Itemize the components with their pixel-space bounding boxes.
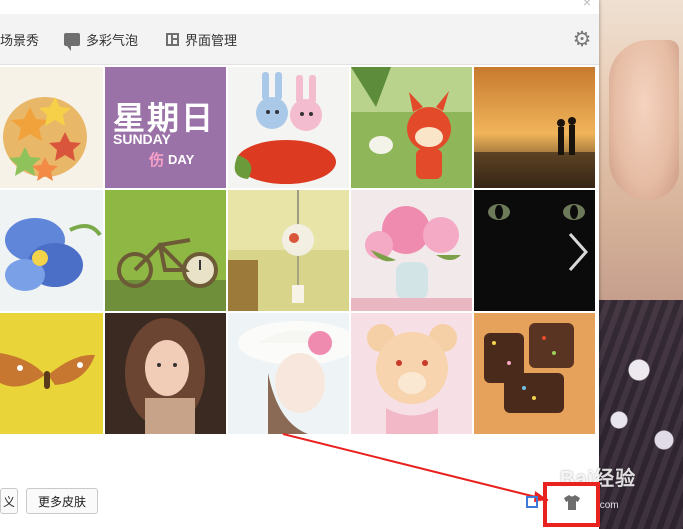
more-skins-button[interactable]: 更多皮肤: [26, 488, 98, 514]
highlight-box: [543, 482, 600, 527]
left-button[interactable]: 义: [0, 488, 18, 514]
desktop-background: [599, 0, 683, 529]
small-blue-icon[interactable]: [526, 496, 538, 508]
left-button-label: 义: [2, 494, 15, 509]
background-fan: [599, 300, 683, 529]
skin-dialog: × 场景秀 多彩气泡 界面管理 ⚙ 星期日 SUNDAY 伤 DAY 义 更多皮…: [0, 0, 599, 529]
background-portrait: [609, 40, 679, 200]
annotation-arrow: [282, 433, 549, 502]
more-skins-label: 更多皮肤: [37, 494, 86, 509]
